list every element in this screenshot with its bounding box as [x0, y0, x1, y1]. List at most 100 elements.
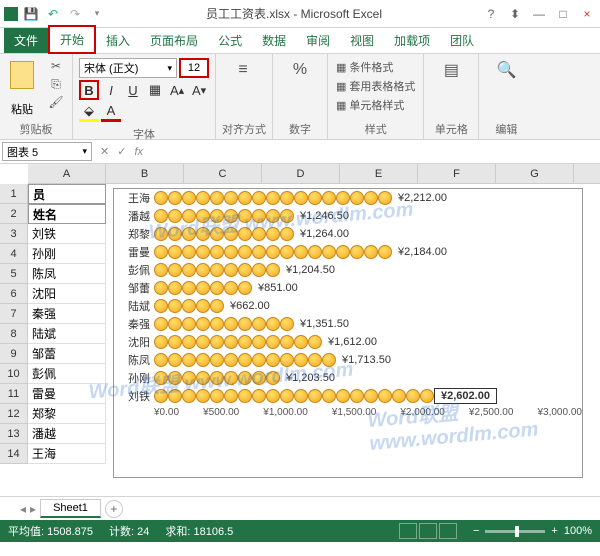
cell[interactable]: 邹蕾	[28, 344, 106, 364]
row-header[interactable]: 12	[0, 404, 27, 424]
sheet-tab[interactable]: Sheet1	[40, 499, 101, 518]
format-as-table-button[interactable]: ▦套用表格格式	[334, 77, 417, 95]
sheet-nav-next-icon[interactable]: ▸	[30, 502, 36, 516]
shrink-font-icon[interactable]: A▾	[189, 80, 209, 100]
chart-bar-row[interactable]: 孙刚¥1,203.50	[114, 369, 582, 387]
zoom-in-icon[interactable]: +	[551, 525, 557, 537]
underline-button[interactable]: U	[123, 80, 143, 100]
redo-icon[interactable]: ↷	[66, 5, 84, 23]
cell[interactable]: 潘越	[28, 424, 106, 444]
conditional-format-button[interactable]: ▦条件格式	[334, 58, 417, 76]
row-header[interactable]: 3	[0, 224, 27, 244]
row-header[interactable]: 9	[0, 344, 27, 364]
normal-view-icon[interactable]	[399, 523, 417, 539]
cell[interactable]: 陈凤	[28, 264, 106, 284]
name-box[interactable]: 图表 5▾	[2, 142, 92, 161]
row-header[interactable]: 13	[0, 424, 27, 444]
row-header[interactable]: 7	[0, 304, 27, 324]
font-name-select[interactable]: 宋体 (正文)▾	[79, 58, 177, 78]
cell[interactable]: 郑黎	[28, 404, 106, 424]
cell[interactable]: 王海	[28, 444, 106, 464]
col-header[interactable]: C	[184, 164, 262, 183]
fill-color-button[interactable]: ⬙	[79, 102, 99, 122]
help-icon[interactable]: ?	[482, 7, 500, 21]
embedded-chart[interactable]: 王海¥2,212.00潘越¥1,246.50郑黎¥1,264.00雷曼¥2,18…	[113, 188, 583, 478]
font-size-select[interactable]: 12	[179, 58, 209, 78]
cells-icon[interactable]: ▤	[439, 58, 463, 82]
row-header[interactable]: 8	[0, 324, 27, 344]
row-header[interactable]: 10	[0, 364, 27, 384]
tab-addins[interactable]: 加载项	[384, 28, 440, 53]
row-header[interactable]: 4	[0, 244, 27, 264]
ribbon-options-icon[interactable]: ⬍	[506, 7, 524, 21]
cell[interactable]: 姓名	[28, 204, 106, 224]
tab-file[interactable]: 文件	[4, 28, 48, 53]
col-header[interactable]: F	[418, 164, 496, 183]
cell[interactable]: 秦强	[28, 304, 106, 324]
row-header[interactable]: 14	[0, 444, 27, 464]
font-color-button[interactable]: A	[101, 102, 121, 122]
row-header[interactable]: 11	[0, 384, 27, 404]
paste-button[interactable]	[6, 61, 38, 101]
col-header[interactable]: D	[262, 164, 340, 183]
cell[interactable]: 刘铁	[28, 224, 106, 244]
chart-bar-row[interactable]: 秦强¥1,351.50	[114, 315, 582, 333]
format-painter-icon[interactable]: 🖌	[46, 94, 66, 110]
cell[interactable]: 沈阳	[28, 284, 106, 304]
row-header[interactable]: 2	[0, 204, 27, 224]
find-icon[interactable]: 🔍	[494, 58, 518, 82]
tab-formulas[interactable]: 公式	[208, 28, 252, 53]
row-headers[interactable]: 1234567891011121314	[0, 184, 28, 464]
cell[interactable]: 彭佩	[28, 364, 106, 384]
cut-icon[interactable]: ✂	[46, 58, 66, 74]
fx-icon[interactable]: fx	[134, 146, 143, 158]
page-layout-view-icon[interactable]	[419, 523, 437, 539]
bold-button[interactable]: B	[79, 80, 99, 100]
maximize-icon[interactable]: □	[554, 7, 572, 21]
tab-team[interactable]: 团队	[440, 28, 484, 53]
col-header[interactable]: E	[340, 164, 418, 183]
tab-page-layout[interactable]: 页面布局	[140, 28, 208, 53]
row-header[interactable]: 6	[0, 284, 27, 304]
save-icon[interactable]: 💾	[22, 5, 40, 23]
cell[interactable]: 员	[28, 184, 106, 204]
chart-bar-row[interactable]: 刘铁¥2,602.00	[114, 387, 582, 405]
copy-icon[interactable]: ⎘	[46, 76, 66, 92]
tab-home[interactable]: 开始	[48, 25, 96, 54]
undo-icon[interactable]: ↶	[44, 5, 62, 23]
chart-bar-row[interactable]: 雷曼¥2,184.00	[114, 243, 582, 261]
row-header[interactable]: 5	[0, 264, 27, 284]
tab-data[interactable]: 数据	[252, 28, 296, 53]
border-button[interactable]: ▦	[145, 80, 165, 100]
chart-bar-row[interactable]: 邹蕾¥851.00	[114, 279, 582, 297]
number-format-icon[interactable]: %	[288, 58, 312, 82]
worksheet-grid[interactable]: ABCDEFG 1234567891011121314 员姓名刘铁孙刚陈凤沈阳秦…	[0, 164, 600, 496]
chart-bar-row[interactable]: 潘越¥1,246.50	[114, 207, 582, 225]
add-sheet-button[interactable]: +	[105, 500, 123, 518]
tab-view[interactable]: 视图	[340, 28, 384, 53]
cell[interactable]: 孙刚	[28, 244, 106, 264]
col-header[interactable]: G	[496, 164, 574, 183]
cell-styles-button[interactable]: ▦单元格样式	[334, 96, 417, 114]
col-header[interactable]: A	[28, 164, 106, 183]
cancel-formula-icon[interactable]: ✕	[100, 145, 109, 158]
chart-bar-row[interactable]: 郑黎¥1,264.00	[114, 225, 582, 243]
column-a-cells[interactable]: 员姓名刘铁孙刚陈凤沈阳秦强陆斌邹蕾彭佩雷曼郑黎潘越王海	[28, 184, 106, 464]
italic-button[interactable]: I	[101, 80, 121, 100]
row-header[interactable]: 1	[0, 184, 27, 204]
tab-review[interactable]: 审阅	[296, 28, 340, 53]
minimize-icon[interactable]: —	[530, 7, 548, 21]
chart-bar-row[interactable]: 陈凤¥1,713.50	[114, 351, 582, 369]
alignment-icon[interactable]: ≡	[231, 58, 255, 82]
enter-formula-icon[interactable]: ✓	[117, 145, 126, 158]
zoom-slider[interactable]	[485, 530, 545, 533]
cell[interactable]: 陆斌	[28, 324, 106, 344]
zoom-level[interactable]: 100%	[564, 525, 592, 537]
chart-bar-row[interactable]: 陆斌¥662.00	[114, 297, 582, 315]
col-header[interactable]: B	[106, 164, 184, 183]
grow-font-icon[interactable]: A▴	[167, 80, 187, 100]
chart-bar-row[interactable]: 沈阳¥1,612.00	[114, 333, 582, 351]
zoom-out-icon[interactable]: −	[473, 525, 479, 537]
qat-dropdown-icon[interactable]: ▾	[88, 5, 106, 23]
tab-insert[interactable]: 插入	[96, 28, 140, 53]
